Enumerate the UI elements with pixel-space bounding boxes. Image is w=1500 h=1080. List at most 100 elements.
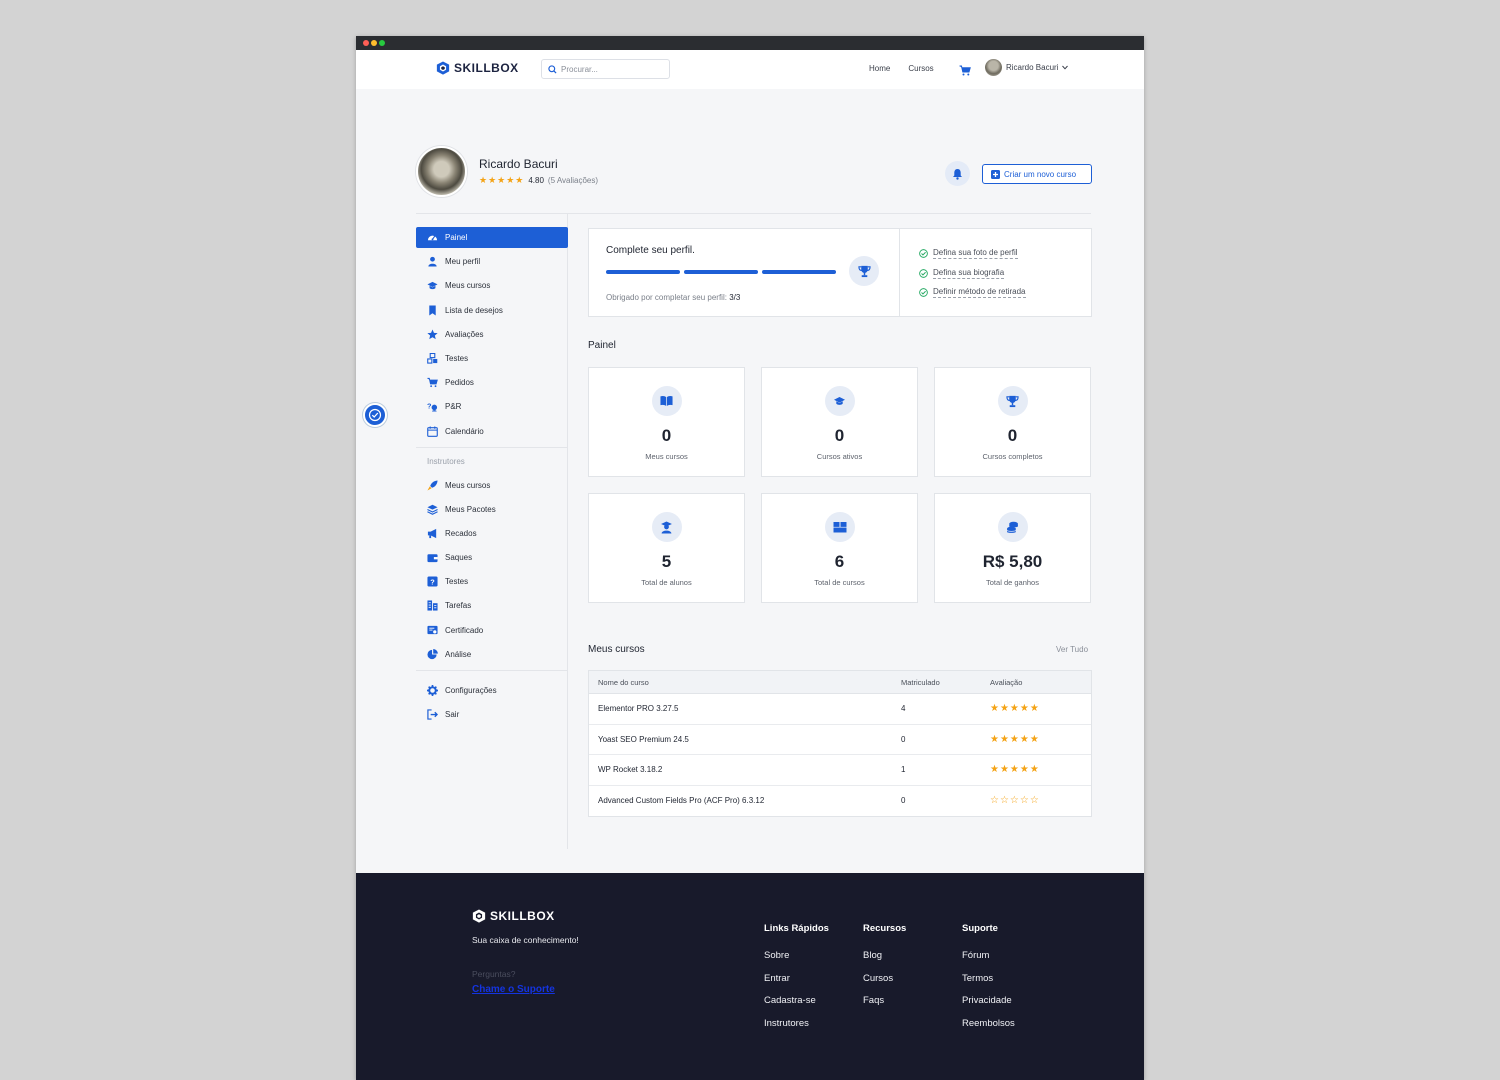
sidebar-item-instructor-courses[interactable]: Meus cursos (416, 475, 568, 496)
footer-logo[interactable]: SKILLBOX (472, 909, 555, 923)
footer-link[interactable]: Cursos (863, 973, 906, 984)
stat-card-my-courses: 0 Meus cursos (588, 367, 745, 477)
view-all-link[interactable]: Ver Tudo (1056, 645, 1088, 654)
nav-home-link[interactable]: Home (869, 64, 890, 73)
sidebar-item-tasks[interactable]: Tarefas (416, 595, 568, 616)
brand-logo[interactable]: SKILLBOX (436, 61, 519, 75)
certificate-icon (427, 625, 438, 634)
sidebar-item-label: Certificado (445, 625, 484, 635)
user-menu[interactable]: Ricardo Bacuri (985, 59, 1069, 76)
search-box[interactable] (541, 59, 670, 79)
footer-question: Perguntas? (472, 969, 516, 979)
minimize-window-dot[interactable] (371, 40, 377, 46)
footer-link[interactable]: Reembolsos (962, 1018, 1015, 1029)
search-input[interactable] (561, 64, 661, 74)
course-name[interactable]: Advanced Custom Fields Pro (ACF Pro) 6.3… (589, 796, 901, 805)
maximize-window-dot[interactable] (379, 40, 385, 46)
column-header-name[interactable]: Nome do curso (589, 678, 901, 687)
sidebar-divider (416, 446, 568, 448)
sidebar-item-logout[interactable]: Sair (416, 704, 568, 725)
quiz-icon: ? (427, 576, 438, 587)
table-row[interactable]: WP Rocket 3.18.2 1 ★★★★★ (589, 755, 1091, 786)
close-window-dot[interactable] (363, 40, 369, 46)
checklist-item[interactable]: Definir método de retirada (919, 287, 1026, 298)
cart-button[interactable] (959, 63, 971, 81)
top-navigation: SKILLBOX Home Cursos Ricardo Bacuri (356, 50, 1144, 89)
sidebar-item-settings[interactable]: Configurações (416, 680, 568, 701)
sidebar-item-label: Pedidos (445, 378, 474, 388)
stat-card-total-courses: 6 Total de cursos (761, 493, 918, 603)
footer-column-title: Links Rápidos (764, 923, 829, 934)
column-header-enrolled[interactable]: Matriculado (901, 678, 990, 687)
stat-value: 0 (1007, 426, 1018, 445)
sidebar-item-label: Meu perfil (445, 257, 481, 267)
footer-link[interactable]: Privacidade (962, 995, 1015, 1006)
column-header-rating[interactable]: Avaliação (990, 678, 1091, 687)
sidebar-item-painel[interactable]: Painel (416, 227, 568, 248)
table-row[interactable]: Advanced Custom Fields Pro (ACF Pro) 6.3… (589, 786, 1091, 817)
sidebar-item-orders[interactable]: Pedidos (416, 372, 568, 393)
stat-label: Meus cursos (645, 452, 688, 461)
table-row[interactable]: Yoast SEO Premium 24.5 0 ★★★★★ (589, 725, 1091, 755)
rating-value: 4.80 (528, 176, 544, 185)
footer-link[interactable]: Faqs (863, 995, 906, 1006)
sidebar-item-wishlist[interactable]: Lista de desejos (416, 300, 568, 321)
browser-window: SKILLBOX Home Cursos Ricardo Bacuri Rica… (356, 36, 1144, 1080)
site-footer: SKILLBOX Sua caixa de conhecimento! Perg… (356, 873, 1144, 1080)
checklist-item[interactable]: Defina sua biografia (919, 268, 1026, 279)
stat-icon-wrap (824, 512, 855, 542)
support-link[interactable]: Chame o Suporte (472, 984, 555, 995)
plus-square-icon (991, 169, 1000, 179)
cart-icon (427, 378, 438, 388)
sidebar-item-quizzes[interactable]: Testes (416, 348, 568, 369)
sidebar-item-announcements[interactable]: Recados (416, 523, 568, 544)
sidebar-item-certificate[interactable]: Certificado (416, 620, 568, 641)
stat-label: Cursos ativos (816, 452, 863, 461)
sidebar-item-qa[interactable]: ? P&R (416, 396, 568, 417)
footer-link[interactable]: Instrutores (764, 1018, 829, 1029)
profile-name: Ricardo Bacuri (479, 157, 558, 171)
sidebar-item-label: Lista de desejos (445, 305, 503, 315)
sidebar-item-my-courses[interactable]: Meus cursos (416, 275, 568, 296)
stat-card-completed-courses: 0 Cursos completos (934, 367, 1091, 477)
nav-courses-link[interactable]: Cursos (908, 64, 933, 73)
gear-icon (427, 684, 438, 696)
notifications-button[interactable] (945, 161, 970, 186)
footer-link[interactable]: Termos (962, 973, 1015, 984)
course-rating-stars: ★★★★★ (990, 733, 1040, 745)
course-name[interactable]: WP Rocket 3.18.2 (589, 765, 901, 774)
calendar-icon (427, 425, 438, 437)
footer-tagline: Sua caixa de conhecimento! (472, 935, 579, 945)
course-enrolled: 0 (901, 796, 906, 806)
stat-label: Total de ganhos (986, 578, 1039, 587)
sidebar-item-calendar[interactable]: Calendário (416, 421, 568, 442)
bookmark-icon (429, 305, 436, 316)
checklist-item[interactable]: Defina sua foto de perfil (919, 248, 1026, 259)
footer-link[interactable]: Blog (863, 950, 906, 961)
stat-label: Total de alunos (641, 578, 692, 587)
completion-subtitle: Obrigado por completar seu perfil: 3/3 (606, 293, 740, 302)
sidebar-item-withdrawals[interactable]: Saques (416, 547, 568, 568)
footer-column-resources: Recursos Blog Cursos Faqs (863, 923, 906, 1018)
create-course-button[interactable]: Criar um novo curso (982, 164, 1092, 184)
footer-link[interactable]: Cadastra-se (764, 995, 829, 1006)
course-name[interactable]: Yoast SEO Premium 24.5 (589, 735, 901, 744)
completion-count: 3/3 (729, 293, 741, 302)
sidebar-item-reviews[interactable]: Avaliações (416, 324, 568, 345)
course-enrolled: 1 (901, 765, 906, 775)
footer-column-title: Suporte (962, 923, 998, 934)
sidebar-item-instructor-quizzes[interactable]: ? Testes (416, 571, 568, 592)
star-icon (427, 329, 438, 339)
sidebar-item-packages[interactable]: Meus Pacotes (416, 499, 568, 520)
sidebar-item-profile[interactable]: Meu perfil (416, 251, 568, 272)
sidebar-item-analytics[interactable]: Análise (416, 644, 568, 665)
footer-link[interactable]: Sobre (764, 950, 829, 961)
footer-link[interactable]: Entrar (764, 973, 829, 984)
coins-icon (1006, 521, 1018, 533)
profile-rating: ★★★★★ 4.80 (5 Avaliações) (479, 175, 598, 186)
accessibility-widget-button[interactable] (363, 403, 387, 427)
table-row[interactable]: Elementor PRO 3.27.5 4 ★★★★★ (589, 694, 1091, 725)
course-name[interactable]: Elementor PRO 3.27.5 (589, 704, 901, 713)
footer-column-support: Suporte Fórum Termos Privacidade Reembol… (962, 923, 1015, 1040)
footer-link[interactable]: Fórum (962, 950, 1015, 961)
